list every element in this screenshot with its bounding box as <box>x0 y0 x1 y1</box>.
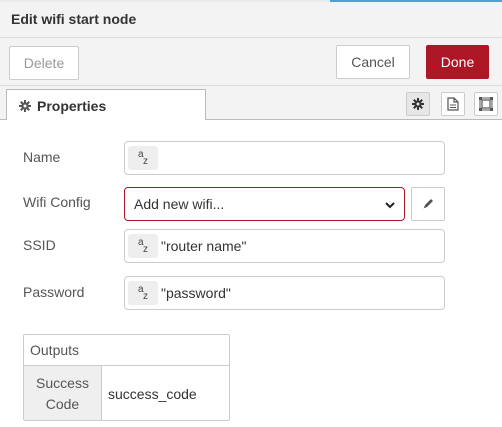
wifi-config-label: Wifi Config <box>23 194 91 210</box>
output-key-line1: Success <box>36 374 89 391</box>
tabs-bar: Properties <box>0 86 502 121</box>
name-label: Name <box>23 149 61 165</box>
done-button[interactable]: Done <box>426 45 489 79</box>
tray-toolbar: Delete Cancel Done <box>0 38 502 86</box>
gear-icon <box>412 98 424 110</box>
ssid-field[interactable]: az "router name" <box>124 229 445 263</box>
tab-appearance-button[interactable] <box>474 92 498 116</box>
tray-title: Edit wifi start node <box>11 11 137 27</box>
output-key: Success Code <box>24 366 102 420</box>
password-field[interactable]: az "password" <box>124 276 445 310</box>
wifi-config-selected: Add new wifi... <box>134 196 225 212</box>
string-type-button[interactable]: az <box>128 281 158 305</box>
gear-icon <box>19 99 31 112</box>
document-icon <box>447 97 459 111</box>
output-value: success_code <box>108 385 197 402</box>
cancel-button[interactable]: Cancel <box>336 45 410 79</box>
tab-properties-button[interactable] <box>406 92 430 116</box>
string-type-button[interactable]: az <box>128 146 158 170</box>
pencil-icon <box>422 198 434 210</box>
outputs-header: Outputs <box>24 335 229 366</box>
tab-description-button[interactable] <box>441 92 465 116</box>
outputs-table: Outputs Success Code success_code <box>23 334 230 421</box>
tray-header: Edit wifi start node <box>0 0 502 38</box>
wifi-config-select[interactable]: Add new wifi... <box>124 187 405 221</box>
ssid-value: "router name" <box>161 238 247 254</box>
tab-properties[interactable]: Properties <box>6 89 206 121</box>
password-label: Password <box>23 284 85 300</box>
table-row: Success Code success_code <box>24 366 229 420</box>
output-key-line2: Code <box>45 395 80 412</box>
ssid-label: SSID <box>23 237 56 253</box>
password-value: "password" <box>161 285 231 301</box>
string-type-button[interactable]: az <box>128 234 158 258</box>
edit-wifi-config-button[interactable] <box>411 187 445 221</box>
tab-properties-label: Properties <box>37 97 107 114</box>
top-accent-line <box>330 0 502 2</box>
delete-button[interactable]: Delete <box>9 46 79 80</box>
chevron-down-icon <box>384 198 396 214</box>
frame-icon <box>479 97 493 111</box>
properties-panel: Name az Wifi Config Add new wifi... SSID… <box>0 120 502 427</box>
name-field[interactable]: az <box>124 141 445 175</box>
